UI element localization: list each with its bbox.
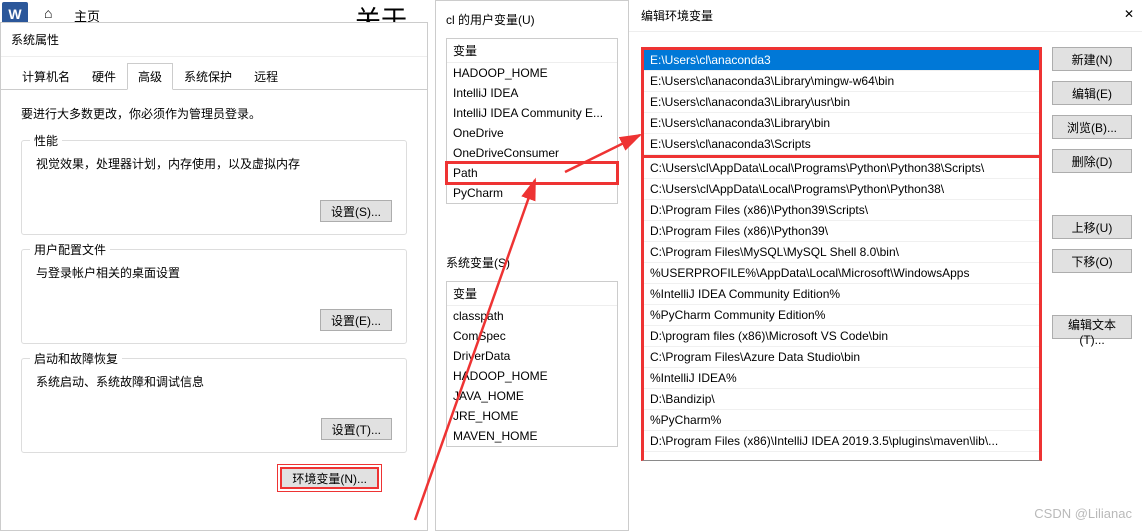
path-row[interactable]: E:\Users\cl\anaconda3\Library\usr\bin bbox=[644, 92, 1039, 113]
editenv-button-column: 新建(N) 编辑(E) 浏览(B)... 删除(D) 上移(U) 下移(O) 编… bbox=[1052, 47, 1132, 461]
environment-variables-dialog: cl 的用户变量(U) 变量 HADOOP_HOME IntelliJ IDEA… bbox=[435, 0, 631, 531]
path-row[interactable]: E:\Users\cl\anaconda3\Scripts bbox=[644, 134, 1039, 155]
sys-var-item[interactable]: HADOOP_HOME bbox=[447, 366, 617, 386]
close-icon[interactable]: ✕ bbox=[1124, 7, 1134, 21]
environment-variables-button[interactable]: 环境变量(N)... bbox=[280, 467, 379, 489]
system-properties-dialog: 系统属性 计算机名 硬件 高级 系统保护 远程 要进行大多数更改，你必须作为管理… bbox=[0, 22, 428, 531]
path-row[interactable]: D:\Program Files (x86)\IntelliJ IDEA 201… bbox=[644, 431, 1039, 452]
user-var-header: 变量 bbox=[447, 39, 617, 63]
path-row[interactable]: E:\Users\cl\anaconda3 bbox=[644, 50, 1039, 71]
startup-group: 启动和故障恢复 系统启动、系统故障和调试信息 设置(T)... bbox=[21, 358, 407, 453]
user-variables-title: cl 的用户变量(U) bbox=[446, 11, 620, 28]
edit-text-button[interactable]: 编辑文本(T)... bbox=[1052, 315, 1132, 339]
user-var-item[interactable]: PyCharm bbox=[447, 183, 617, 203]
performance-desc: 视觉效果，处理器计划，内存使用，以及虚拟内存 bbox=[36, 155, 392, 172]
userprofile-desc: 与登录帐户相关的桌面设置 bbox=[36, 264, 392, 281]
path-values-list[interactable]: E:\Users\cl\anaconda3 E:\Users\cl\anacon… bbox=[641, 47, 1042, 461]
sys-var-item[interactable]: JAVA_HOME bbox=[447, 386, 617, 406]
user-var-item[interactable]: OneDrive bbox=[447, 123, 617, 143]
home-icon: ⌂ bbox=[44, 5, 52, 21]
performance-group: 性能 视觉效果，处理器计划，内存使用，以及虚拟内存 设置(S)... bbox=[21, 140, 407, 235]
edit-button[interactable]: 编辑(E) bbox=[1052, 81, 1132, 105]
sys-var-item[interactable]: JRE_HOME bbox=[447, 406, 617, 426]
path-row[interactable]: %PyCharm% bbox=[644, 410, 1039, 431]
performance-label: 性能 bbox=[30, 132, 62, 149]
new-button[interactable]: 新建(N) bbox=[1052, 47, 1132, 71]
sys-var-item[interactable]: ComSpec bbox=[447, 326, 617, 346]
watermark: CSDN @Lilianac bbox=[1034, 506, 1132, 521]
path-row[interactable]: D:\Program Files (x86)\Python39\Scripts\ bbox=[644, 200, 1039, 221]
performance-settings-button[interactable]: 设置(S)... bbox=[320, 200, 392, 222]
user-var-item[interactable]: IntelliJ IDEA Community E... bbox=[447, 103, 617, 123]
editenv-title: 编辑环境变量 ✕ bbox=[629, 0, 1142, 32]
userprofile-group: 用户配置文件 与登录帐户相关的桌面设置 设置(E)... bbox=[21, 249, 407, 344]
sys-var-item[interactable]: classpath bbox=[447, 306, 617, 326]
user-var-item[interactable]: IntelliJ IDEA bbox=[447, 83, 617, 103]
path-row[interactable]: C:\Users\cl\AppData\Local\Programs\Pytho… bbox=[644, 158, 1039, 179]
path-row[interactable]: %IntelliJ IDEA Community Edition% bbox=[644, 284, 1039, 305]
path-row[interactable]: D:\Bandizip\ bbox=[644, 389, 1039, 410]
delete-button[interactable]: 删除(D) bbox=[1052, 149, 1132, 173]
sysprop-tabs: 计算机名 硬件 高级 系统保护 远程 bbox=[1, 57, 427, 90]
path-row[interactable]: %USERPROFILE%\AppData\Local\Microsoft\Wi… bbox=[644, 263, 1039, 284]
tab-system-protection[interactable]: 系统保护 bbox=[173, 63, 243, 90]
move-down-button[interactable]: 下移(O) bbox=[1052, 249, 1132, 273]
move-up-button[interactable]: 上移(U) bbox=[1052, 215, 1132, 239]
path-row[interactable]: C:\Users\cl\AppData\Local\Programs\Pytho… bbox=[644, 179, 1039, 200]
sys-var-item[interactable]: DriverData bbox=[447, 346, 617, 366]
userprofile-label: 用户配置文件 bbox=[30, 241, 110, 258]
tab-hardware[interactable]: 硬件 bbox=[81, 63, 127, 90]
startup-label: 启动和故障恢复 bbox=[30, 350, 122, 367]
path-row[interactable]: %IntelliJ IDEA% bbox=[644, 368, 1039, 389]
editenv-title-text: 编辑环境变量 bbox=[641, 9, 713, 23]
startup-desc: 系统启动、系统故障和调试信息 bbox=[36, 373, 392, 390]
tab-advanced[interactable]: 高级 bbox=[127, 63, 173, 90]
path-row[interactable]: E:\Users\cl\anaconda3\Library\mingw-w64\… bbox=[644, 71, 1039, 92]
path-row[interactable]: C:\Program Files\MySQL\MySQL Shell 8.0\b… bbox=[644, 242, 1039, 263]
edit-environment-variable-dialog: 编辑环境变量 ✕ E:\Users\cl\anaconda3 E:\Users\… bbox=[628, 0, 1142, 531]
path-row[interactable]: %PyCharm Community Edition% bbox=[644, 305, 1039, 326]
user-variables-list[interactable]: 变量 HADOOP_HOME IntelliJ IDEA IntelliJ ID… bbox=[446, 38, 618, 204]
sys-var-header: 变量 bbox=[447, 282, 617, 306]
browse-button[interactable]: 浏览(B)... bbox=[1052, 115, 1132, 139]
tab-computer-name[interactable]: 计算机名 bbox=[11, 63, 81, 90]
user-var-item[interactable]: OneDriveConsumer bbox=[447, 143, 617, 163]
sys-var-item[interactable]: MAVEN_HOME bbox=[447, 426, 617, 446]
system-variables-title: 系统变量(S) bbox=[446, 254, 620, 271]
tab-remote[interactable]: 远程 bbox=[243, 63, 289, 90]
path-row[interactable]: E:\Users\cl\anaconda3\Library\bin bbox=[644, 113, 1039, 134]
system-variables-list[interactable]: 变量 classpath ComSpec DriverData HADOOP_H… bbox=[446, 281, 618, 447]
user-var-path[interactable]: Path bbox=[445, 161, 619, 185]
path-row[interactable]: D:\Program Files (x86)\Python39\ bbox=[644, 221, 1039, 242]
startup-settings-button[interactable]: 设置(T)... bbox=[321, 418, 392, 440]
sysprop-title: 系统属性 bbox=[1, 23, 427, 57]
path-row[interactable]: D:\program files (x86)\Microsoft VS Code… bbox=[644, 326, 1039, 347]
userprofile-settings-button[interactable]: 设置(E)... bbox=[320, 309, 392, 331]
admin-note: 要进行大多数更改，你必须作为管理员登录。 bbox=[21, 105, 407, 122]
path-row[interactable]: C:\Program Files\Azure Data Studio\bin bbox=[644, 347, 1039, 368]
user-var-item[interactable]: HADOOP_HOME bbox=[447, 63, 617, 83]
